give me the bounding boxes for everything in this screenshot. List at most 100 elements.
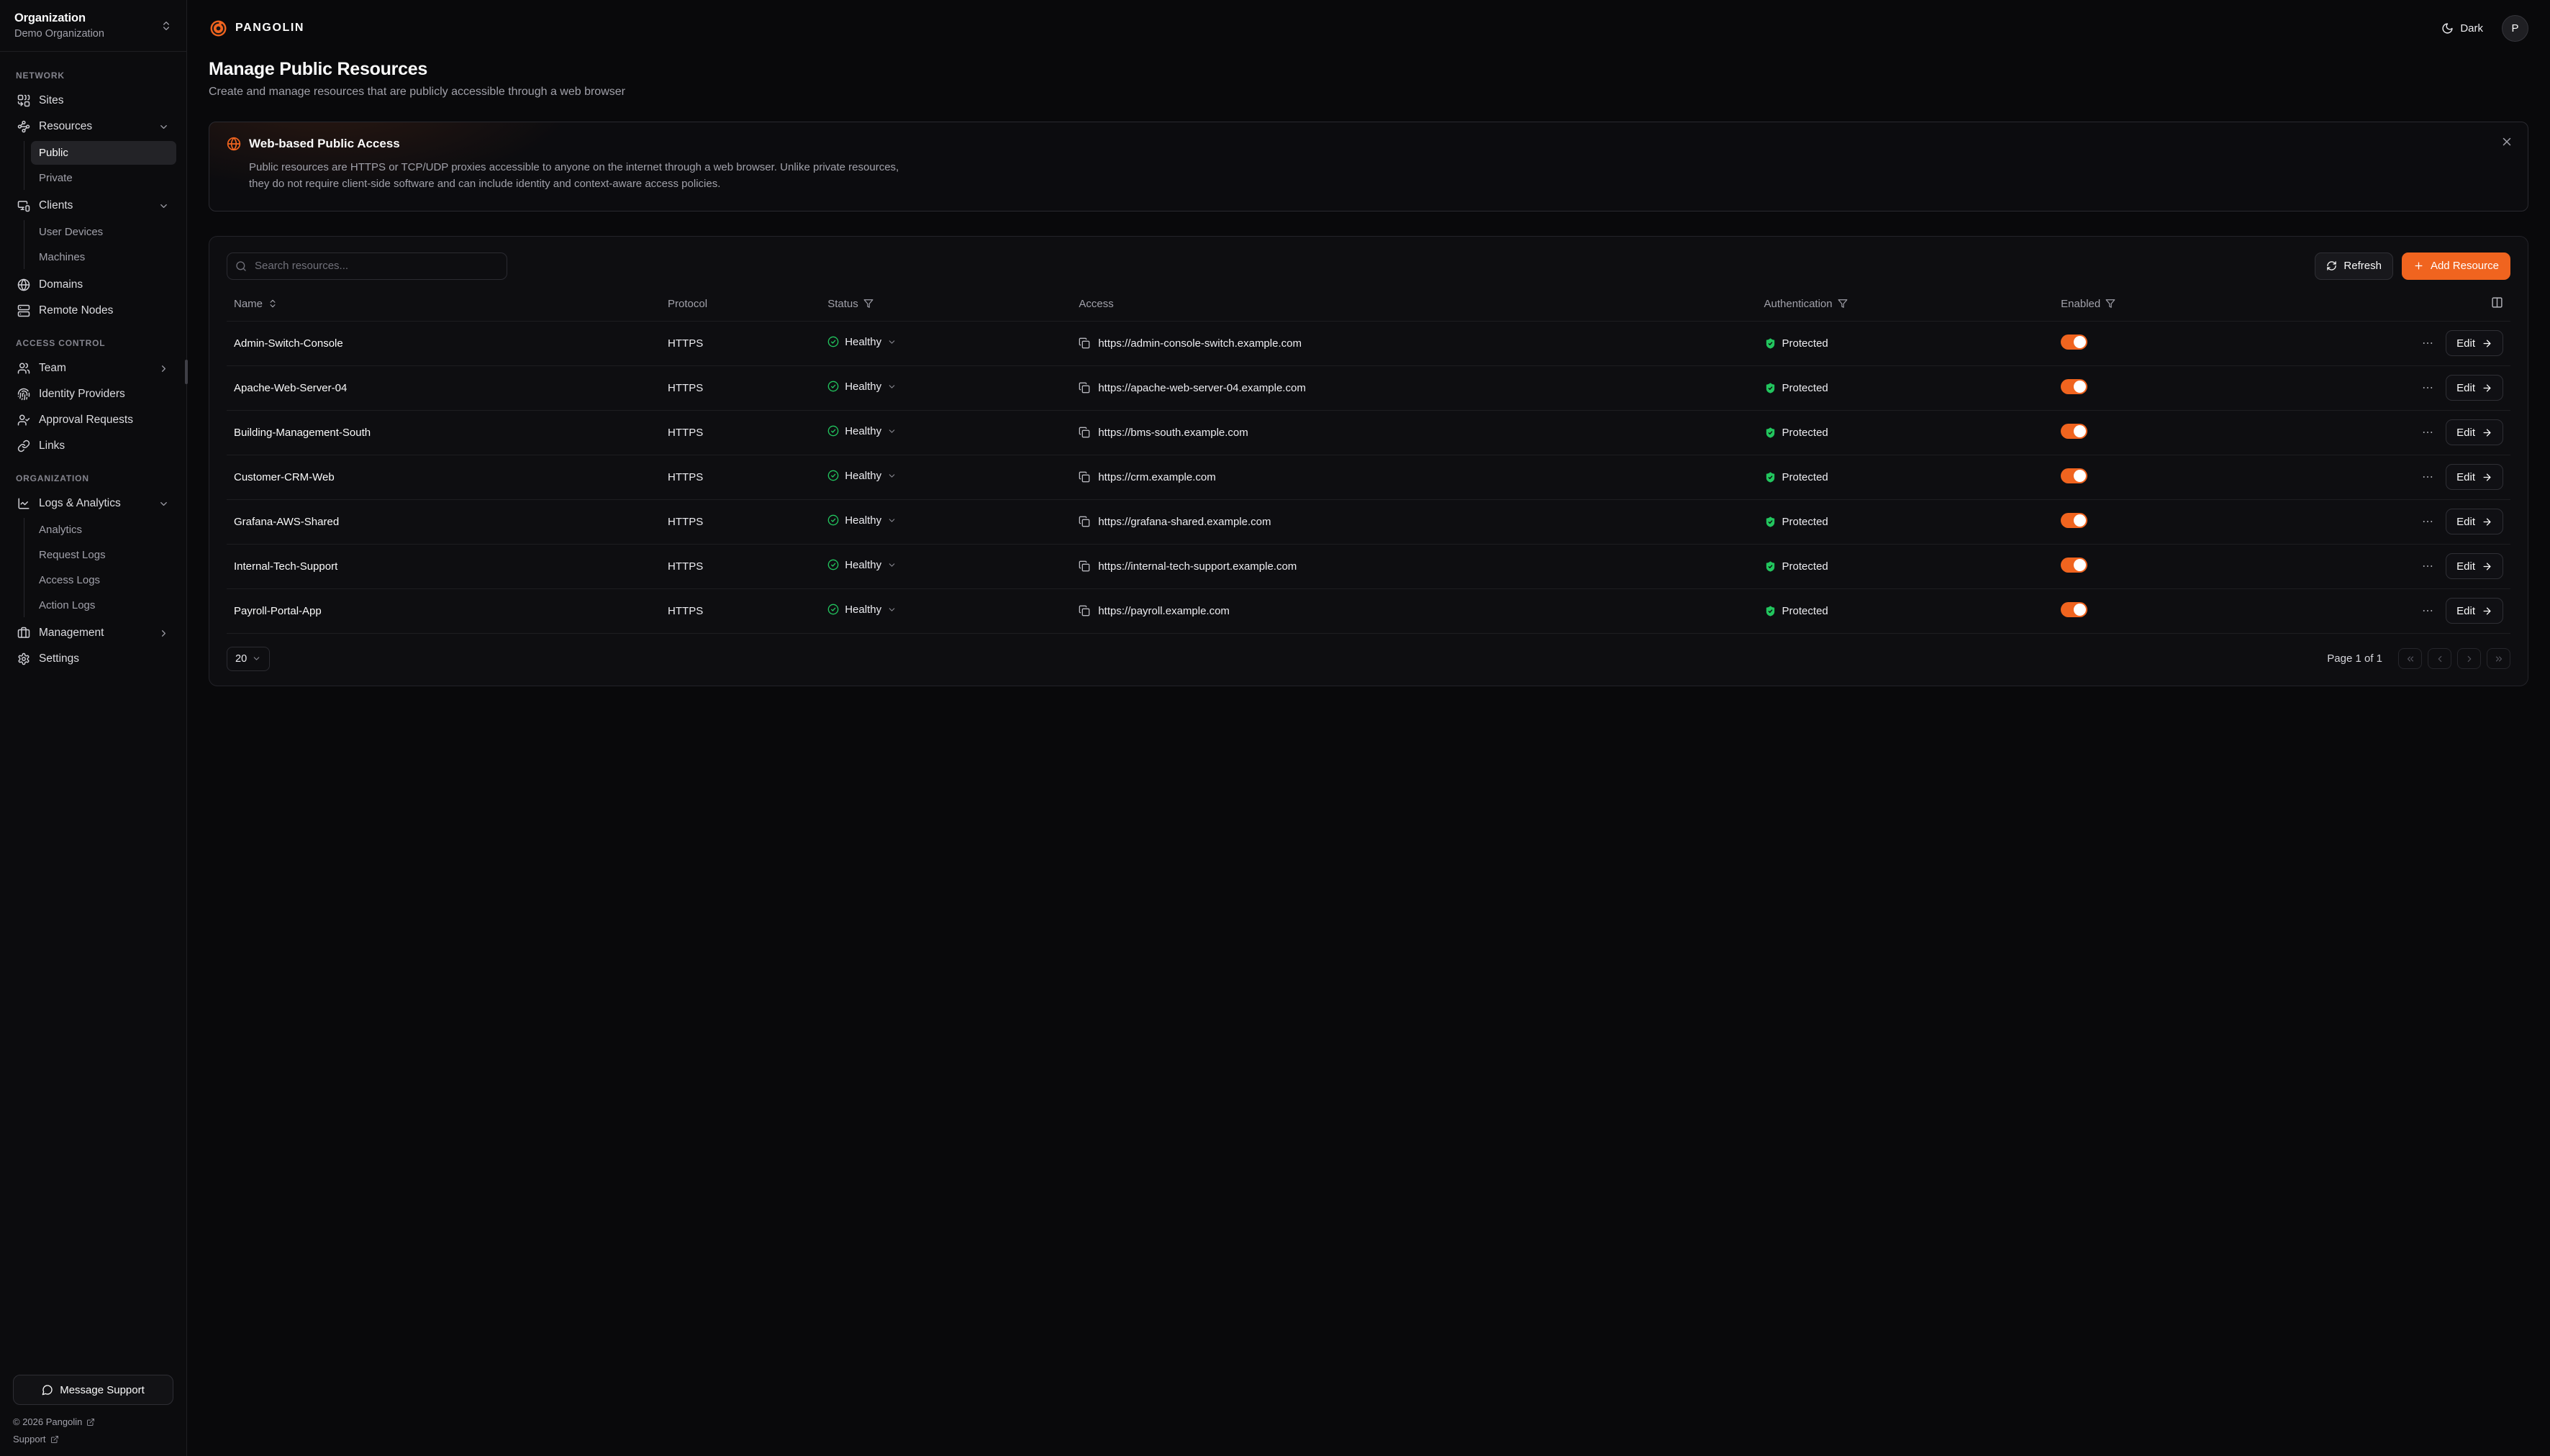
sidebar-item-approval-requests[interactable]: Approval Requests: [10, 407, 176, 433]
resource-name: Internal-Tech-Support: [227, 544, 661, 588]
copy-url-button[interactable]: [1079, 337, 1090, 349]
sidebar-resize-handle[interactable]: [185, 360, 188, 384]
edit-button[interactable]: Edit: [2446, 419, 2503, 445]
sidebar-item-remote-nodes[interactable]: Remote Nodes: [10, 298, 176, 324]
filter-icon[interactable]: [863, 299, 874, 309]
chevron-down-icon: [252, 654, 261, 663]
edit-button[interactable]: Edit: [2446, 598, 2503, 624]
sidebar-item-identity-providers[interactable]: Identity Providers: [10, 381, 176, 407]
status-dropdown[interactable]: Healthy: [827, 381, 897, 393]
sidebar-item-resources[interactable]: Resources: [10, 114, 176, 140]
row-menu-button[interactable]: [2421, 515, 2434, 528]
first-page-button[interactable]: [2398, 648, 2422, 669]
row-menu-button[interactable]: [2421, 604, 2434, 617]
chevron-down-icon: [158, 201, 169, 211]
copy-url-button[interactable]: [1079, 560, 1090, 572]
status-label: Healthy: [845, 559, 881, 571]
sidebar-item-label: Clients: [39, 199, 73, 212]
sidebar-item-team[interactable]: Team: [10, 355, 176, 381]
sort-icon[interactable]: [268, 299, 278, 309]
row-menu-button[interactable]: [2421, 381, 2434, 394]
sidebar-item-user-devices[interactable]: User Devices: [31, 220, 176, 244]
row-menu-button[interactable]: [2421, 560, 2434, 573]
edit-button[interactable]: Edit: [2446, 330, 2503, 356]
sidebar-item-access-logs[interactable]: Access Logs: [31, 568, 176, 592]
sidebar-item-action-logs[interactable]: Action Logs: [31, 593, 176, 617]
copy-url-button[interactable]: [1079, 382, 1090, 393]
sidebar-item-links[interactable]: Links: [10, 433, 176, 459]
next-page-button[interactable]: [2457, 648, 2481, 669]
sidebar-item-public[interactable]: Public: [31, 141, 176, 165]
status-dropdown[interactable]: Healthy: [827, 559, 897, 571]
status-dropdown[interactable]: Healthy: [827, 514, 897, 527]
shield-check-icon: [1764, 337, 1777, 350]
avatar[interactable]: P: [2502, 15, 2528, 42]
org-switcher[interactable]: Organization Demo Organization: [0, 0, 186, 52]
toggle-knob: [2074, 470, 2086, 482]
prev-page-button[interactable]: [2428, 648, 2451, 669]
support-link-text: Support: [13, 1434, 46, 1444]
column-settings-button[interactable]: [2491, 296, 2503, 311]
copy-url-button[interactable]: [1079, 516, 1090, 527]
shield-check-icon: [1764, 427, 1777, 439]
sidebar-item-settings[interactable]: Settings: [10, 646, 176, 672]
filter-icon[interactable]: [1838, 299, 1848, 309]
enabled-toggle[interactable]: [2061, 558, 2087, 573]
status-dropdown[interactable]: Healthy: [827, 425, 897, 437]
edit-button[interactable]: Edit: [2446, 464, 2503, 490]
status-dropdown[interactable]: Healthy: [827, 470, 897, 482]
status-label: Healthy: [845, 381, 881, 393]
resource-protocol: HTTPS: [661, 544, 820, 588]
copy-url-button[interactable]: [1079, 471, 1090, 483]
status-dropdown[interactable]: Healthy: [827, 336, 897, 348]
enabled-toggle[interactable]: [2061, 335, 2087, 350]
chevron-right-icon: [158, 363, 169, 374]
enabled-toggle[interactable]: [2061, 513, 2087, 528]
sidebar-item-label: Sites: [39, 94, 63, 107]
arrow-right-icon: [2482, 517, 2492, 527]
chart-line-icon: [17, 497, 30, 510]
status-label: Healthy: [845, 514, 881, 527]
enabled-toggle[interactable]: [2061, 602, 2087, 617]
sidebar-item-sites[interactable]: Sites: [10, 88, 176, 114]
copy-url-button[interactable]: [1079, 605, 1090, 616]
copy-url-button[interactable]: [1079, 427, 1090, 438]
enabled-toggle[interactable]: [2061, 468, 2087, 483]
edit-button[interactable]: Edit: [2446, 553, 2503, 579]
status-dropdown[interactable]: Healthy: [827, 604, 897, 616]
chevrons-right-icon: [2494, 654, 2504, 664]
row-menu-button[interactable]: [2421, 337, 2434, 350]
row-menu-button[interactable]: [2421, 426, 2434, 439]
sidebar-item-logs-analytics[interactable]: Logs & Analytics: [10, 491, 176, 517]
sidebar-item-request-logs[interactable]: Request Logs: [31, 543, 176, 567]
copyright-link[interactable]: © 2026 Pangolin: [13, 1416, 95, 1427]
sidebar-item-management[interactable]: Management: [10, 620, 176, 646]
sidebar-item-machines[interactable]: Machines: [31, 245, 176, 269]
sidebar-item-domains[interactable]: Domains: [10, 272, 176, 298]
col-header-access: Access: [1079, 298, 1113, 310]
enabled-toggle[interactable]: [2061, 379, 2087, 394]
copy-icon: [1079, 382, 1090, 393]
user-check-icon: [17, 414, 30, 427]
sidebar-item-clients[interactable]: Clients: [10, 193, 176, 219]
add-resource-button[interactable]: Add Resource: [2402, 252, 2510, 280]
banner-close-button[interactable]: [2500, 135, 2513, 148]
support-link[interactable]: Support: [13, 1434, 59, 1444]
status-label: Healthy: [845, 604, 881, 616]
page-size-select[interactable]: 20: [227, 647, 270, 671]
edit-button[interactable]: Edit: [2446, 375, 2503, 401]
sidebar-item-analytics[interactable]: Analytics: [31, 518, 176, 542]
refresh-button[interactable]: Refresh: [2315, 252, 2393, 280]
filter-icon[interactable]: [2105, 299, 2115, 309]
resources-table: Name Protocol Status Access Authenticati…: [227, 287, 2510, 634]
enabled-toggle[interactable]: [2061, 424, 2087, 439]
sidebar-item-private[interactable]: Private: [31, 166, 176, 190]
theme-toggle-button[interactable]: Dark: [2434, 17, 2490, 40]
chevron-right-icon: [158, 628, 169, 639]
edit-button[interactable]: Edit: [2446, 509, 2503, 534]
row-menu-button[interactable]: [2421, 470, 2434, 483]
last-page-button[interactable]: [2487, 648, 2510, 669]
server-icon: [17, 304, 30, 317]
message-support-button[interactable]: Message Support: [13, 1375, 173, 1405]
search-input[interactable]: [227, 252, 507, 280]
